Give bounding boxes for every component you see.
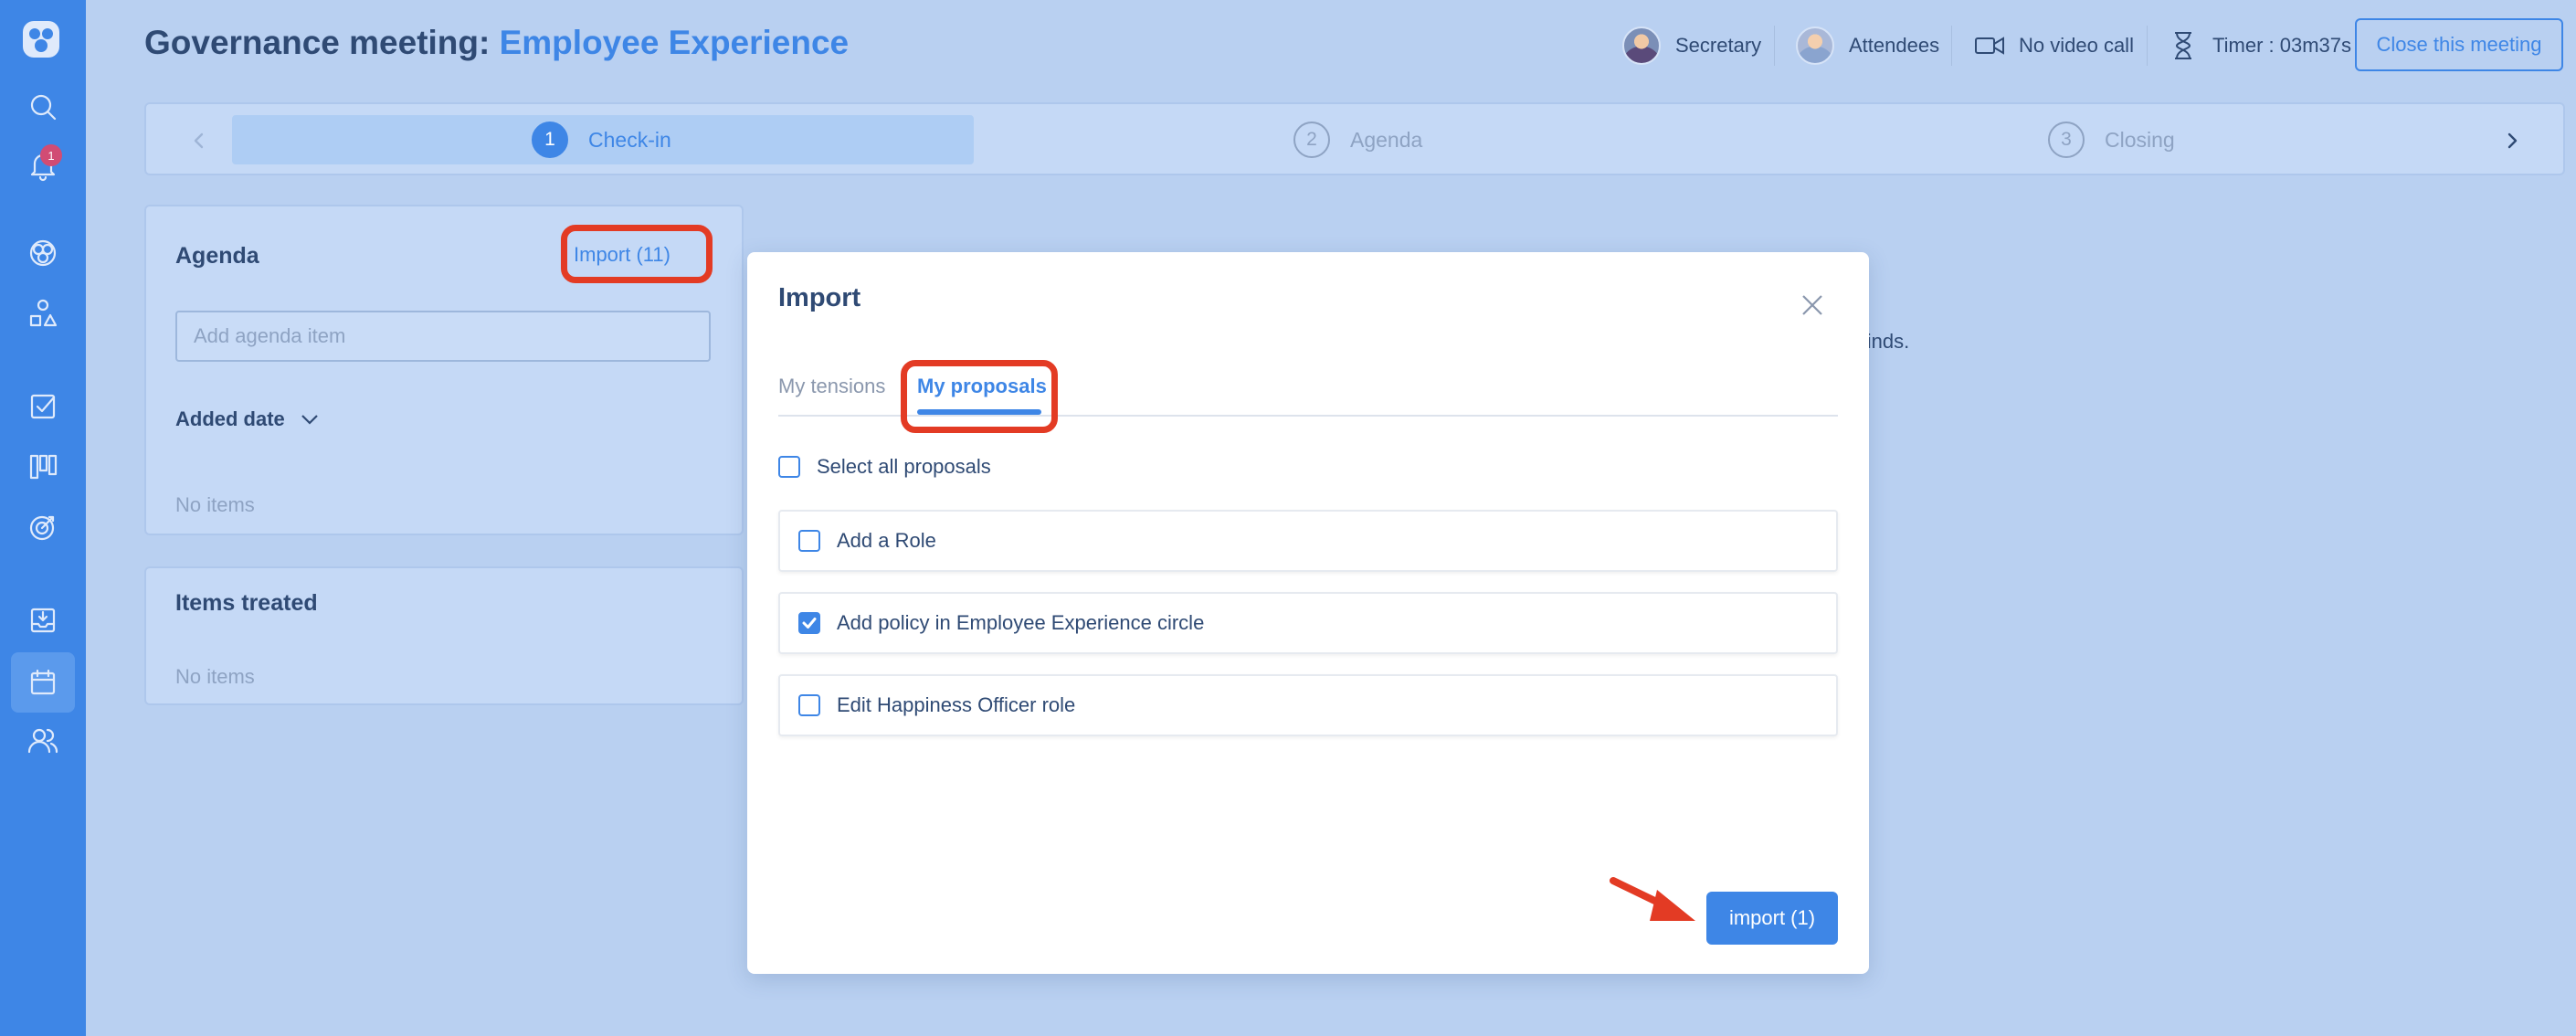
- header-divider: [1774, 26, 1775, 66]
- step-prev-button[interactable]: [181, 122, 217, 159]
- proposal-label: Add policy in Employee Experience circle: [837, 611, 1205, 634]
- circle-link[interactable]: Employee Experience: [500, 24, 850, 61]
- import-button[interactable]: import (1): [1706, 892, 1838, 945]
- users-icon[interactable]: [20, 718, 66, 764]
- select-all-proposals[interactable]: Select all proposals: [778, 455, 991, 479]
- step-agenda[interactable]: 2 Agenda: [1293, 121, 1422, 159]
- treated-empty-text: No items: [175, 665, 255, 688]
- step-number: 3: [2048, 122, 2085, 158]
- proposal-row[interactable]: Add a Role: [778, 510, 1838, 572]
- proposal-label: Edit Happiness Officer role: [837, 693, 1076, 716]
- step-check-in[interactable]: 1 Check-in: [532, 121, 671, 159]
- timer-button[interactable]: Timer : 03m37s: [2167, 24, 2351, 68]
- timer-label: Timer : 03m37s: [2212, 34, 2352, 57]
- shapes-icon[interactable]: [20, 291, 66, 336]
- chevron-left-icon: [194, 132, 204, 149]
- agenda-title: Agenda: [175, 243, 259, 269]
- target-icon[interactable]: [20, 504, 66, 550]
- sidebar: 1: [0, 0, 86, 1036]
- import-highlight: [561, 225, 713, 283]
- proposal-checkbox[interactable]: [798, 530, 820, 552]
- proposal-row[interactable]: Edit Happiness Officer role: [778, 674, 1838, 736]
- step-number: 2: [1293, 122, 1330, 158]
- step-label: Agenda: [1350, 127, 1423, 152]
- calendar-icon[interactable]: [11, 652, 75, 713]
- step-closing[interactable]: 3 Closing: [2048, 121, 2175, 159]
- import-modal: Import My tensions My proposals Select a…: [747, 252, 1869, 974]
- search-icon[interactable]: [20, 84, 66, 130]
- inbox-icon[interactable]: [20, 597, 66, 643]
- close-icon[interactable]: [1798, 291, 1827, 320]
- proposal-checkbox[interactable]: [798, 612, 820, 634]
- tab-highlight: [901, 360, 1058, 433]
- items-treated-title: Items treated: [175, 590, 318, 616]
- agenda-empty-text: No items: [175, 493, 255, 516]
- header-divider: [2147, 26, 2148, 66]
- chevron-right-icon: [2507, 132, 2518, 149]
- proposal-label: Add a Role: [837, 529, 936, 552]
- sort-dropdown[interactable]: Added date: [175, 407, 322, 431]
- modal-title: Import: [778, 283, 861, 312]
- title-prefix: Governance meeting:: [144, 24, 500, 61]
- proposal-checkbox[interactable]: [798, 694, 820, 716]
- select-all-checkbox[interactable]: [778, 456, 800, 478]
- items-treated-panel: Items treated No items: [144, 566, 744, 705]
- secretary-avatar: [1622, 26, 1661, 65]
- step-label: Check-in: [588, 127, 671, 152]
- header-divider: [1951, 26, 1952, 66]
- secretary-button[interactable]: Secretary: [1622, 24, 1761, 68]
- proposal-row[interactable]: Add policy in Employee Experience circle: [778, 592, 1838, 654]
- hourglass-icon: [2175, 32, 2191, 59]
- tab-my-tensions[interactable]: My tensions: [778, 375, 885, 398]
- chevron-down-icon: [301, 415, 318, 425]
- notification-badge: 1: [40, 144, 62, 166]
- attendees-avatar: [1796, 26, 1834, 65]
- agenda-item-input[interactable]: [175, 311, 711, 362]
- select-all-label: Select all proposals: [817, 455, 991, 478]
- checklist-icon[interactable]: [20, 384, 66, 429]
- step-label: Closing: [2105, 127, 2175, 152]
- attendees-label: Attendees: [1849, 34, 1940, 57]
- video-camera-icon: [1975, 37, 2004, 55]
- sort-label: Added date: [175, 407, 285, 430]
- step-number: 1: [532, 122, 568, 158]
- page-title: Governance meeting: Employee Experience: [144, 24, 849, 62]
- meeting-stepper: 1 Check-in 2 Agenda 3 Closing: [144, 102, 2565, 175]
- checkmark-icon: [802, 618, 817, 629]
- step-next-button[interactable]: [2494, 122, 2530, 159]
- kanban-icon[interactable]: [20, 444, 66, 490]
- video-label: No video call: [2019, 34, 2134, 57]
- attendees-button[interactable]: Attendees: [1796, 24, 1939, 68]
- close-meeting-button[interactable]: Close this meeting: [2355, 18, 2563, 71]
- video-call-button[interactable]: No video call: [1973, 24, 2134, 68]
- logo-icon[interactable]: [20, 18, 62, 60]
- arrow-annotation-icon: [1610, 877, 1695, 921]
- circle-icon[interactable]: [20, 230, 66, 276]
- secretary-label: Secretary: [1675, 34, 1762, 57]
